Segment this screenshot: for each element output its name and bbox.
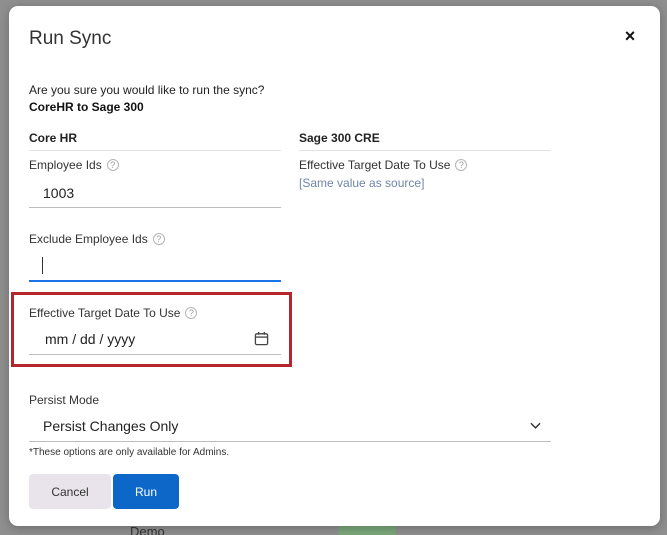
run-sync-dialog: Run Sync × Are you sure you would like t…: [9, 6, 660, 526]
close-icon: ×: [624, 26, 636, 46]
persist-mode-select[interactable]: Persist Changes Only: [29, 412, 551, 442]
text-cursor: [42, 257, 43, 274]
help-icon[interactable]: ?: [106, 159, 119, 171]
source-date-label-text: Effective Target Date To Use: [29, 306, 181, 320]
persist-mode-value: Persist Changes Only: [43, 418, 179, 434]
confirm-message: Are you sure you would like to run the s…: [29, 83, 265, 97]
employee-ids-label: Employee Ids ?: [29, 158, 119, 172]
target-heading: Sage 300 CRE: [299, 131, 551, 151]
persist-mode-label: Persist Mode: [29, 393, 100, 407]
exclude-ids-label: Exclude Employee Ids ?: [29, 232, 165, 246]
target-date-label: Effective Target Date To Use ?: [299, 158, 468, 172]
chevron-down-icon: [530, 422, 541, 429]
target-date-label-text: Effective Target Date To Use: [299, 158, 451, 172]
date-placeholder: mm / dd / yyyy: [45, 331, 136, 347]
help-icon[interactable]: ?: [185, 307, 198, 319]
sync-name: CoreHR to Sage 300: [29, 100, 144, 114]
help-icon[interactable]: ?: [152, 233, 165, 245]
run-button[interactable]: Run: [113, 474, 179, 509]
effective-date-input[interactable]: mm / dd / yyyy: [29, 327, 281, 355]
exclude-ids-label-text: Exclude Employee Ids: [29, 232, 148, 246]
exclude-ids-input[interactable]: [29, 253, 281, 282]
help-icon[interactable]: ?: [455, 159, 468, 171]
admin-note: *These options are only available for Ad…: [29, 447, 230, 458]
calendar-icon[interactable]: [254, 331, 269, 346]
target-date-note: [Same value as source]: [299, 176, 425, 190]
cancel-button[interactable]: Cancel: [29, 474, 111, 509]
source-heading: Core HR: [29, 131, 281, 151]
employee-ids-input[interactable]: [29, 179, 281, 208]
close-button[interactable]: ×: [622, 26, 638, 46]
employee-ids-label-text: Employee Ids: [29, 158, 102, 172]
source-date-label: Effective Target Date To Use ?: [29, 306, 198, 320]
dialog-title: Run Sync: [29, 28, 112, 49]
